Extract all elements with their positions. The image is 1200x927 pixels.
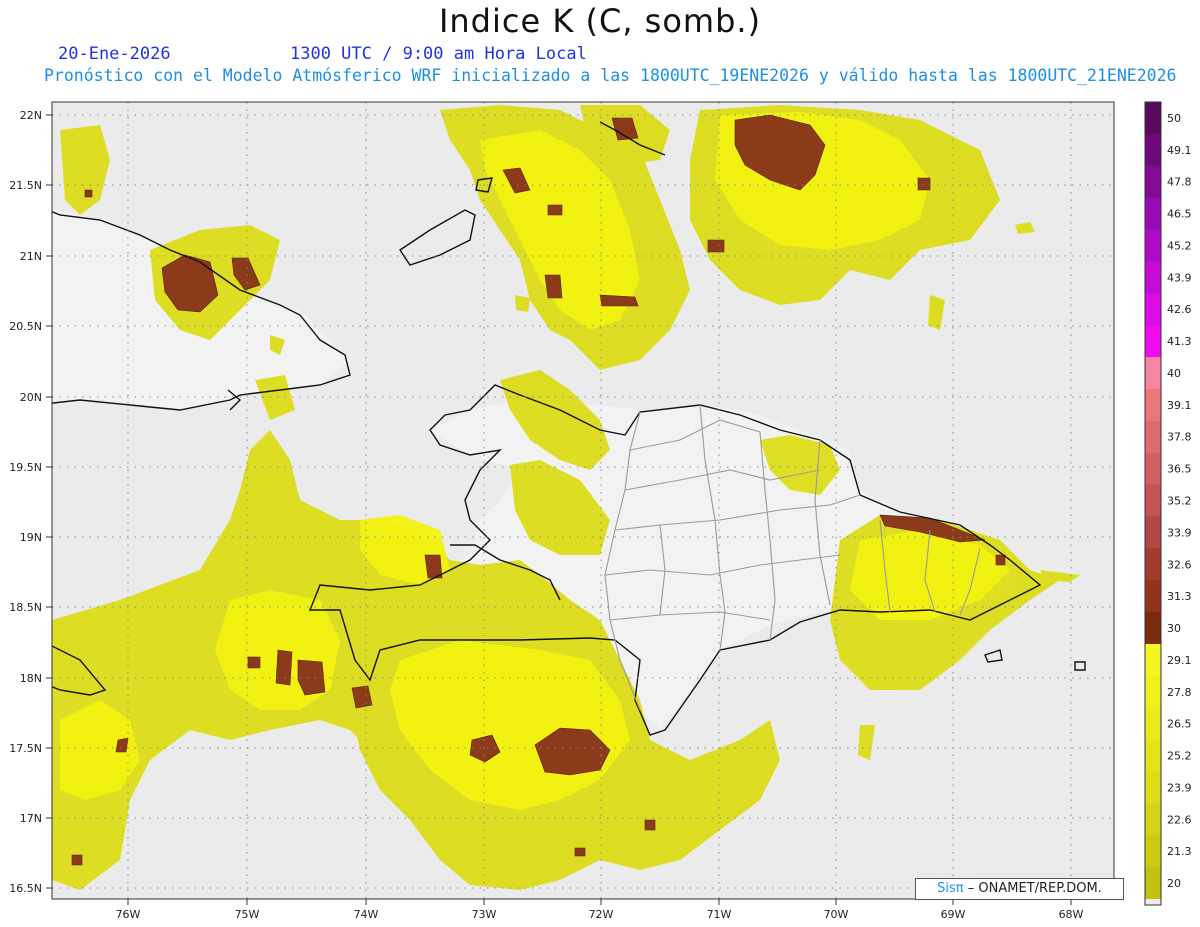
credit-brand: Sisπ (937, 881, 964, 896)
legend-swatch (1145, 102, 1161, 135)
lat-label: 20N (20, 391, 42, 404)
lon-label: 68W (1059, 908, 1084, 921)
lon-label: 76W (116, 908, 141, 921)
legend-label: 29.1 (1167, 654, 1192, 667)
lat-label: 21N (20, 250, 42, 263)
legend-swatch (1145, 197, 1161, 231)
legend-swatch (1145, 452, 1161, 486)
legend-label: 23.9 (1167, 781, 1192, 794)
legend-label: 39.1 (1167, 399, 1192, 412)
lat-label: 18.5N (9, 601, 42, 614)
legend-label: 42.6 (1167, 303, 1192, 316)
legend-label: 33.9 (1167, 526, 1192, 539)
lon-label: 74W (354, 908, 379, 921)
legend-swatch (1145, 643, 1161, 677)
legend-swatch (1145, 739, 1161, 772)
legend-swatch (1145, 707, 1161, 741)
legend-label: 20 (1167, 877, 1181, 890)
legend-swatch (1145, 803, 1161, 836)
credit-text: – ONAMET/REP.DOM. (967, 881, 1102, 896)
lat-label: 19N (20, 531, 42, 544)
legend-label: 31.3 (1167, 590, 1192, 603)
lon-label: 70W (824, 908, 849, 921)
legend-label: 45.2 (1167, 239, 1192, 252)
legend-label: 43.9 (1167, 271, 1192, 284)
lat-label: 18N (20, 672, 42, 685)
legend-swatch (1145, 867, 1161, 900)
legend-label: 21.3 (1167, 845, 1192, 858)
legend-swatch (1145, 229, 1161, 262)
legend-swatch (1145, 165, 1161, 199)
legend-label: 40 (1167, 367, 1181, 380)
legend-swatch (1145, 325, 1161, 358)
k-index-map: 22N 21.5N 21N 20.5N 20N 19.5N 19N 18.5N … (9, 101, 1192, 921)
legend-label: 26.5 (1167, 718, 1192, 731)
legend-label: 25.2 (1167, 750, 1192, 763)
lat-label: 20.5N (9, 320, 42, 333)
legend-swatch (1145, 675, 1161, 709)
legend-label: 49.1 (1167, 144, 1192, 157)
lat-label: 17N (20, 812, 42, 825)
latitude-labels: 22N 21.5N 21N 20.5N 20N 19.5N 19N 18.5N … (9, 109, 42, 895)
legend-swatch (1145, 357, 1161, 390)
legend-swatch (1145, 388, 1161, 422)
legend-label: 35.2 (1167, 495, 1192, 508)
legend-swatch-base (1145, 899, 1161, 905)
legend-label: 30 (1167, 622, 1181, 635)
legend-label: 47.8 (1167, 176, 1192, 189)
credit-box: Sisπ – ONAMET/REP.DOM. (915, 878, 1124, 900)
legend-label: 37.8 (1167, 431, 1192, 444)
legend-swatch (1145, 580, 1161, 613)
lon-label: 71W (707, 908, 732, 921)
lon-label: 72W (589, 908, 614, 921)
lat-label: 22N (20, 109, 42, 122)
lat-label: 16.5N (9, 882, 42, 895)
legend-swatch (1145, 516, 1161, 549)
legend-swatch (1145, 420, 1161, 454)
legend-swatch (1145, 133, 1161, 167)
legend-label: 46.5 (1167, 208, 1192, 221)
legend-label: 27.8 (1167, 686, 1192, 699)
legend-swatch (1145, 548, 1161, 581)
legend-label: 41.3 (1167, 335, 1192, 348)
longitude-labels: 76W 75W 74W 73W 72W 71W 70W 69W 68W (116, 908, 1084, 921)
color-legend: 50 49.1 47.8 46.5 45.2 43.9 42.6 41.3 40 39.1 37.8… (1144, 101, 1192, 906)
lat-label: 21.5N (9, 179, 42, 192)
legend-label: 36.5 (1167, 463, 1192, 476)
legend-label: 50 (1167, 112, 1181, 125)
legend-label: 32.6 (1167, 558, 1192, 571)
legend-swatch (1145, 484, 1161, 517)
legend-label: 22.6 (1167, 813, 1192, 826)
legend-swatch (1145, 293, 1161, 326)
legend-swatch (1145, 612, 1161, 645)
legend-swatch (1145, 835, 1161, 868)
legend-swatch (1145, 771, 1161, 804)
legend-swatch (1145, 261, 1161, 294)
lon-label: 73W (472, 908, 497, 921)
lon-label: 75W (235, 908, 260, 921)
lat-label: 17.5N (9, 742, 42, 755)
lat-label: 19.5N (9, 461, 42, 474)
lon-label: 69W (941, 908, 966, 921)
